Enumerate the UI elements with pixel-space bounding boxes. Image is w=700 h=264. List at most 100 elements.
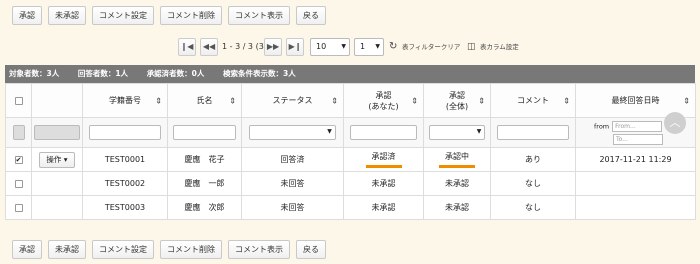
refresh-icon[interactable]: ↻ [389, 38, 397, 56]
last-page-button[interactable]: ▶❙ [286, 38, 304, 56]
comment-cell: あり [490, 147, 576, 172]
filter-cell [5, 117, 32, 148]
from-date-input[interactable]: From... [612, 120, 663, 132]
page-value: 1 [360, 42, 366, 51]
filter-clear-link[interactable]: 表フィルタークリア [402, 38, 460, 56]
next-page-button[interactable]: ▶▶ [264, 38, 282, 56]
sort-icon: ⇕ [563, 96, 570, 105]
page-select[interactable]: 1 ▼ [354, 38, 384, 56]
header-approval-all[interactable]: 承認 (全体) ⇕ [423, 83, 491, 118]
back-button[interactable]: 戻る [296, 6, 326, 25]
sort-icon: ⇕ [331, 96, 338, 105]
header-student-no[interactable]: 学籍番号 ⇕ [82, 83, 168, 118]
select-all-checkbox[interactable] [14, 96, 23, 105]
comment-cell: なし [490, 195, 576, 220]
approval-you-cell: 未承認 [343, 195, 424, 220]
status-cell: 回答済 [241, 147, 344, 172]
header-status[interactable]: ステータス ⇕ [241, 83, 344, 118]
bottom-toolbar: 承認 未承認 コメント設定 コメント削除 コメント表示 戻る [12, 240, 332, 259]
prev-page-button[interactable]: ◀◀ [200, 38, 218, 56]
scroll-top-icon[interactable]: ︿ [664, 112, 686, 134]
sort-icon: ⇕ [155, 96, 162, 105]
row-checkbox[interactable] [14, 179, 23, 188]
filter-cell: ▼ [423, 117, 491, 148]
unapprove-button[interactable]: 未承認 [48, 240, 86, 259]
table-row[interactable]: TEST0003 慶應 次郎 未回答 未承認 未承認 なし [5, 195, 696, 220]
comment-delete-button[interactable]: コメント削除 [160, 6, 222, 25]
header-approval-you-sub: (あなた) [368, 101, 399, 111]
header-approval-you[interactable]: 承認 (あなた) ⇕ [343, 83, 424, 118]
header-row: 学籍番号 ⇕ 氏名 ⇕ ステータス ⇕ 承認 (あなた) ⇕ 承認 (全体) ⇕ コメント ⇕ … [5, 83, 696, 118]
column-settings-link[interactable]: 表カラム設定 [480, 38, 519, 56]
header-last-answer-label: 最終回答日時 [611, 96, 660, 105]
approval-all-filter-select[interactable]: ▼ [428, 125, 486, 140]
operation-button[interactable]: 操作 ▾ [39, 151, 75, 168]
pager: ❙◀ ◀◀ 1 - 3 / 3 (3) ▶▶ ▶❙ 10 ▼ 1 ▼ ↻ 表フィルタ… [0, 38, 700, 56]
filter-select-box [12, 125, 25, 140]
filter-cell: ▼ [241, 117, 344, 148]
header-approval-you-label: 承認 [375, 90, 392, 100]
table-row[interactable]: ✔ 操作 ▾ TEST0001 慶應 花子 回答済 承認済 承認中 あり 201… [5, 147, 696, 172]
header-comment-label: コメント [517, 96, 549, 105]
approval-you-cell: 未承認 [343, 171, 424, 196]
comment-cell: なし [490, 171, 576, 196]
header-approval-all-label: 承認 [449, 90, 465, 100]
columns-icon[interactable]: ◫ [467, 38, 476, 56]
chevron-down-icon: ▼ [341, 43, 346, 50]
approval-all-value: 承認中 [439, 151, 475, 168]
back-button[interactable]: 戻る [296, 240, 326, 259]
header-name[interactable]: 氏名 ⇕ [167, 83, 242, 118]
sort-icon: ⇕ [478, 96, 485, 105]
filter-cell [167, 117, 242, 148]
per-page-select[interactable]: 10 ▼ [310, 38, 350, 56]
comment-filter-input[interactable] [496, 125, 570, 140]
comment-display-button[interactable]: コメント表示 [228, 240, 290, 259]
table-row[interactable]: TEST0002 慶應 一郎 未回答 未承認 未承認 なし [5, 171, 696, 196]
filter-cell [490, 117, 576, 148]
status-cell: 未回答 [241, 171, 344, 196]
filter-row: ▼ ▼ from From... To... [5, 117, 696, 148]
header-comment[interactable]: コメント ⇕ [490, 83, 576, 118]
student-no-cell: TEST0001 [82, 147, 168, 172]
name-filter-input[interactable] [173, 125, 236, 140]
status-filter-select[interactable]: ▼ [249, 125, 336, 140]
comment-settings-button[interactable]: コメント設定 [92, 240, 154, 259]
chevron-down-icon: ▼ [327, 128, 332, 135]
row-select-cell: ✔ [5, 147, 32, 172]
to-date-input[interactable]: To... [613, 133, 663, 145]
comment-display-button[interactable]: コメント表示 [228, 6, 290, 25]
comment-delete-button[interactable]: コメント削除 [160, 240, 222, 259]
name-cell: 慶應 次郎 [167, 195, 242, 220]
student-no-cell: TEST0002 [82, 171, 168, 196]
header-name-label: 氏名 [196, 96, 213, 105]
chevron-down-icon: ▼ [375, 43, 380, 50]
first-page-button[interactable]: ❙◀ [178, 38, 196, 56]
sort-icon: ⇕ [411, 96, 418, 105]
name-cell: 慶應 一郎 [167, 171, 242, 196]
filter-op-box [34, 125, 80, 140]
filter-cell [343, 117, 424, 148]
name-cell: 慶應 花子 [167, 147, 242, 172]
approval-you-filter-input[interactable] [349, 125, 418, 140]
top-toolbar: 承認 未承認 コメント設定 コメント削除 コメント表示 戻る [12, 6, 332, 25]
student-no-filter-input[interactable] [88, 125, 162, 140]
approve-button[interactable]: 承認 [12, 6, 42, 25]
comment-settings-button[interactable]: コメント設定 [92, 6, 154, 25]
approval-all-cell: 未承認 [423, 171, 491, 196]
per-page-value: 10 [316, 42, 327, 51]
row-checkbox[interactable] [14, 203, 23, 212]
approval-all-cell: 未承認 [423, 195, 491, 220]
page-info: 1 - 3 / 3 (3) [222, 42, 267, 51]
approved-count: 承認済者数：0人 [146, 69, 205, 78]
op-cell [31, 195, 83, 220]
unapprove-button[interactable]: 未承認 [48, 6, 86, 25]
sort-icon: ⇕ [683, 96, 690, 105]
answers-table: 学籍番号 ⇕ 氏名 ⇕ ステータス ⇕ 承認 (あなた) ⇕ 承認 (全体) ⇕ コメント ⇕ … [5, 83, 696, 220]
op-header [31, 83, 83, 118]
approve-button[interactable]: 承認 [12, 240, 42, 259]
approval-all-cell: 承認中 [423, 147, 491, 172]
approval-you-value: 承認済 [365, 151, 402, 168]
row-checkbox[interactable]: ✔ [14, 155, 23, 164]
row-select-cell [5, 195, 32, 220]
row-select-cell [5, 171, 32, 196]
